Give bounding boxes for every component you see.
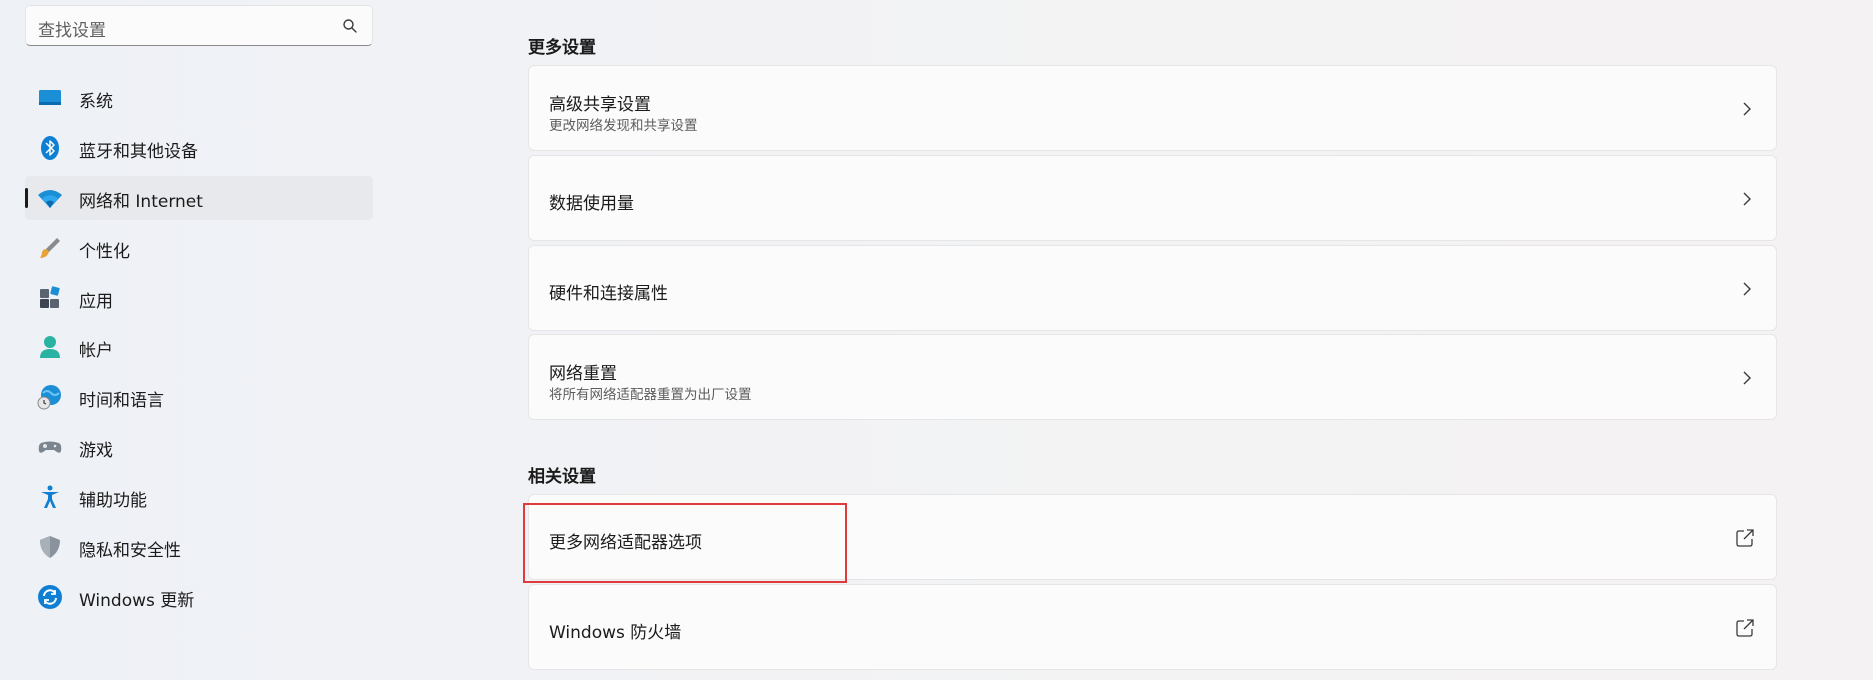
- search-input[interactable]: 查找设置: [25, 5, 373, 46]
- card-title: Windows 防火墙: [549, 623, 682, 643]
- card-more-adapter-options[interactable]: 更多网络适配器选项: [528, 494, 1777, 580]
- card-title: 数据使用量: [549, 194, 634, 214]
- sidebar-item-label: 个性化: [79, 242, 130, 262]
- card-subtitle: 将所有网络适配器重置为出厂设置: [549, 387, 752, 403]
- active-indicator: [25, 188, 28, 208]
- sidebar-item-accounts[interactable]: 帐户: [25, 325, 373, 369]
- card-subtitle: 更改网络发现和共享设置: [549, 118, 698, 134]
- settings-window: 查找设置 系统 蓝牙和其他设备 网络和 Internet 个性化 应用 帐户 时…: [0, 0, 1873, 680]
- sidebar-item-label: 时间和语言: [79, 391, 164, 411]
- update-icon: [38, 585, 62, 609]
- bluetooth-icon: [41, 136, 59, 160]
- sidebar-item-label: 应用: [79, 292, 113, 312]
- card-data-usage[interactable]: 数据使用量: [528, 155, 1777, 241]
- card-advanced-sharing[interactable]: 高级共享设置 更改网络发现和共享设置: [528, 65, 1777, 151]
- sidebar-item-label: 辅助功能: [79, 491, 147, 511]
- chevron-right-icon: [1743, 192, 1751, 206]
- wifi-icon: [38, 190, 62, 208]
- gamepad-icon: [38, 441, 62, 453]
- card-title: 高级共享设置: [549, 95, 651, 115]
- sidebar-item-label: 网络和 Internet: [79, 192, 203, 212]
- search-icon[interactable]: [342, 18, 358, 34]
- chevron-right-icon: [1743, 102, 1751, 116]
- section-title-more-settings: 更多设置: [528, 38, 596, 58]
- card-hardware-properties[interactable]: 硬件和连接属性: [528, 245, 1777, 331]
- account-icon: [40, 336, 60, 358]
- sidebar-item-label: 游戏: [79, 441, 113, 461]
- sidebar-item-label: 系统: [79, 92, 113, 112]
- chevron-right-icon: [1743, 282, 1751, 296]
- external-link-icon: [1736, 529, 1754, 547]
- external-link-icon: [1736, 619, 1754, 637]
- card-windows-firewall[interactable]: Windows 防火墙: [528, 584, 1777, 670]
- sidebar-item-time-language[interactable]: 时间和语言: [25, 375, 373, 419]
- card-title: 硬件和连接属性: [549, 284, 668, 304]
- accessibility-icon: [41, 485, 59, 508]
- globe-clock-icon: [37, 385, 61, 410]
- sidebar-item-label: Windows 更新: [79, 591, 195, 611]
- card-title: 网络重置: [549, 364, 617, 384]
- system-icon: [39, 90, 61, 105]
- sidebar-item-windows-update[interactable]: Windows 更新: [25, 575, 373, 619]
- card-title: 更多网络适配器选项: [549, 533, 702, 553]
- sidebar-item-accessibility[interactable]: 辅助功能: [25, 475, 373, 519]
- sidebar-item-label: 蓝牙和其他设备: [79, 142, 198, 162]
- search-placeholder: 查找设置: [38, 21, 106, 41]
- sidebar-item-label: 隐私和安全性: [79, 541, 181, 561]
- section-title-related-settings: 相关设置: [528, 467, 596, 487]
- sidebar-item-personalization[interactable]: 个性化: [25, 226, 373, 270]
- brush-icon: [40, 238, 60, 258]
- sidebar-item-bluetooth[interactable]: 蓝牙和其他设备: [25, 126, 373, 170]
- sidebar-item-label: 帐户: [79, 341, 113, 361]
- apps-icon: [40, 286, 60, 308]
- chevron-right-icon: [1743, 371, 1751, 385]
- sidebar-item-gaming[interactable]: 游戏: [25, 425, 373, 469]
- shield-icon: [40, 536, 60, 558]
- sidebar-item-system[interactable]: 系统: [25, 76, 373, 120]
- sidebar-item-network[interactable]: 网络和 Internet: [25, 176, 373, 220]
- card-network-reset[interactable]: 网络重置 将所有网络适配器重置为出厂设置: [528, 334, 1777, 420]
- sidebar-item-apps[interactable]: 应用: [25, 276, 373, 320]
- sidebar-item-privacy[interactable]: 隐私和安全性: [25, 525, 373, 569]
